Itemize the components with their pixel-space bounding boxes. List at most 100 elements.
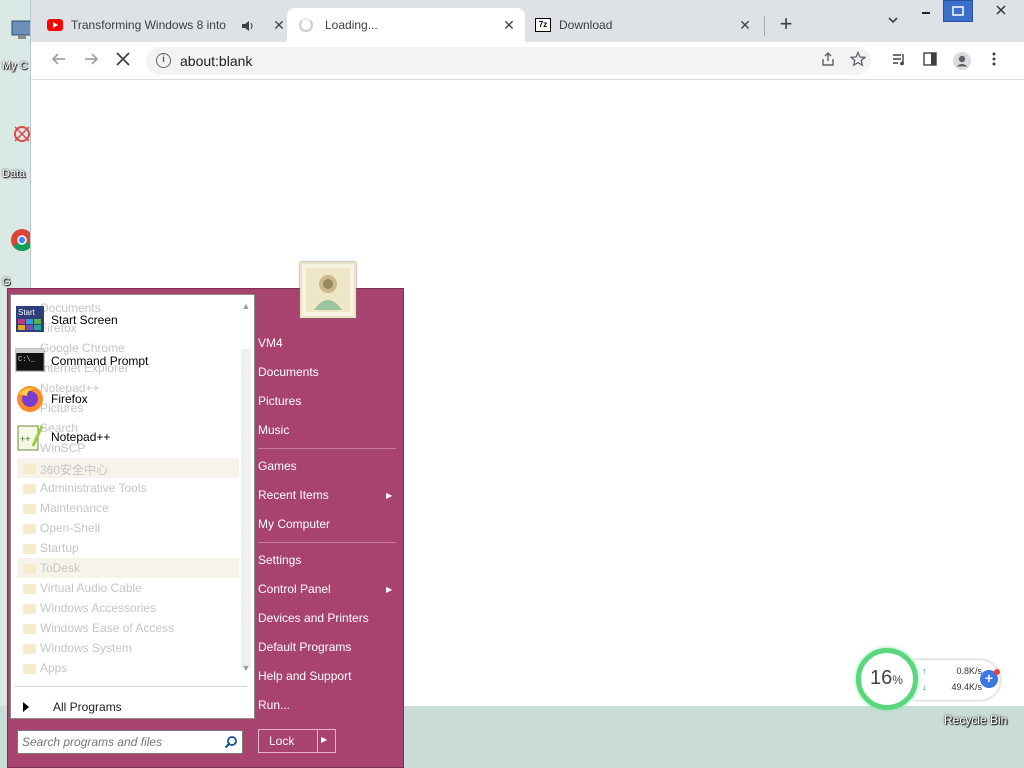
search-input[interactable] [22, 733, 218, 751]
program-folder-label[interactable]: Startup [40, 541, 79, 555]
cpu-usage-value: 16% [870, 667, 903, 689]
svg-text:++: ++ [20, 434, 31, 444]
all-programs-button[interactable]: All Programs [19, 697, 122, 717]
desktop-icon-recycle-bin[interactable]: Recycle Bin [944, 713, 1007, 727]
tab-loading[interactable]: Loading... ✕ [287, 8, 525, 42]
7zip-icon: 7z [535, 18, 551, 32]
maximize-icon [952, 6, 964, 16]
start-link-devices-and-printers[interactable]: Devices and Printers [258, 606, 369, 630]
search-icon[interactable] [224, 735, 238, 749]
desktop-icon-label: G [2, 276, 11, 288]
url-text[interactable]: about:blank [180, 53, 252, 69]
share-icon[interactable] [818, 51, 838, 71]
minimize-icon [922, 12, 930, 14]
program-folder-label[interactable]: Maintenance [40, 501, 109, 515]
notepad-plus-plus-icon: ++ [17, 425, 44, 451]
upload-value: 0.8K/s [956, 666, 982, 676]
program-folder-label[interactable]: Windows Ease of Access [40, 621, 174, 635]
system-monitor-widget[interactable]: ↑ 0.8K/s ↓ 49.4K/s + 16% [852, 646, 1002, 710]
stop-loading-button[interactable] [111, 50, 135, 74]
folder-icon [23, 664, 36, 674]
programs-scrollbar[interactable]: ▲ ▼ [239, 299, 253, 679]
start-link-documents[interactable]: Documents [258, 360, 319, 384]
start-link-recent-items[interactable]: Recent Items [258, 483, 329, 507]
desktop-icon-label: My C [2, 60, 28, 72]
upload-arrow-icon: ↑ [922, 666, 927, 676]
bookmark-star-icon[interactable] [848, 50, 868, 71]
program-folder-label[interactable]: Virtual Audio Cable [40, 581, 142, 595]
divider [15, 686, 247, 687]
site-info-icon[interactable]: i [156, 53, 171, 68]
maximize-button[interactable] [943, 0, 973, 22]
pinned-command-prompt[interactable]: C:\_ Command Prompt [15, 344, 237, 378]
side-panel-icon[interactable] [919, 51, 941, 73]
desktop-icon-label: Data [2, 168, 26, 180]
start-link-vm4[interactable]: VM4 [258, 331, 283, 355]
tab-title: Download [559, 18, 613, 32]
start-link-run[interactable]: Run... [258, 693, 290, 717]
all-programs-label: All Programs [53, 700, 122, 714]
program-folder-label[interactable]: Administrative Tools [40, 481, 147, 495]
forward-button[interactable] [79, 50, 103, 74]
tab-download[interactable]: 7z Download ✕ [535, 8, 761, 42]
back-arrow-icon [51, 53, 65, 65]
start-link-games[interactable]: Games [258, 454, 297, 478]
close-tab-icon[interactable]: ✕ [737, 17, 753, 33]
audio-icon[interactable] [241, 20, 255, 32]
pinned-label: Start Screen [51, 313, 118, 327]
program-folder-label[interactable]: Open-Shell [40, 521, 100, 535]
program-folder-label[interactable]: Windows System [40, 641, 132, 655]
start-link-pictures[interactable]: Pictures [258, 389, 301, 413]
minimize-button[interactable] [911, 0, 941, 22]
start-menu-programs-pane: Documents Firefox Google Chrome Internet… [10, 294, 255, 719]
pinned-notepad-plus-plus[interactable]: ++ Notepad++ [15, 420, 237, 454]
folder-icon [23, 604, 36, 614]
pinned-label: Firefox [51, 392, 88, 406]
lock-button[interactable]: Lock ▶ [258, 729, 336, 753]
loading-spinner-icon [299, 18, 313, 32]
lock-options-arrow-icon[interactable]: ▶ [321, 735, 327, 744]
close-tab-icon[interactable]: ✕ [501, 17, 517, 33]
close-tab-icon[interactable]: ✕ [271, 17, 287, 33]
start-link-default-programs[interactable]: Default Programs [258, 635, 351, 659]
start-screen-icon: Start [16, 306, 44, 332]
folder-icon [23, 464, 36, 474]
start-link-control-panel[interactable]: Control Panel [258, 577, 331, 601]
divider [258, 448, 396, 449]
menu-kebab-icon[interactable] [983, 51, 1005, 73]
tab-title: Loading... [325, 18, 378, 32]
tab-youtube[interactable]: Transforming Windows 8 into ✕ [47, 8, 285, 42]
folder-icon [23, 524, 36, 534]
divider [258, 542, 396, 543]
lock-label: Lock [269, 734, 295, 748]
pinned-start-screen[interactable]: Start Start Screen [15, 303, 237, 337]
download-value: 49.4K/s [951, 682, 982, 692]
scroll-down-icon[interactable]: ▼ [239, 663, 253, 673]
submenu-arrow-icon: ▶ [386, 491, 393, 500]
address-bar[interactable]: i about:blank [146, 47, 871, 75]
folder-icon [23, 544, 36, 554]
pinned-label: Notepad++ [51, 430, 111, 444]
start-link-help-and-support[interactable]: Help and Support [258, 664, 351, 688]
start-link-settings[interactable]: Settings [258, 548, 301, 572]
media-control-icon[interactable] [888, 51, 910, 73]
cpu-usage-ring[interactable]: 16% [856, 648, 918, 710]
scroll-up-icon[interactable]: ▲ [239, 301, 253, 311]
back-button[interactable] [47, 50, 71, 74]
start-link-my-computer[interactable]: My Computer [258, 512, 330, 536]
tab-strip: Transforming Windows 8 into ✕ Loading...… [31, 0, 1024, 42]
close-window-button[interactable] [979, 0, 1023, 22]
pinned-firefox[interactable]: Firefox [15, 382, 237, 416]
start-menu: Documents Firefox Google Chrome Internet… [7, 288, 404, 768]
profile-avatar-icon[interactable] [951, 51, 973, 73]
program-folder-label[interactable]: Windows Accessories [40, 601, 156, 615]
boost-plus-button[interactable]: + [980, 669, 1000, 688]
program-folder-label[interactable]: Apps [40, 661, 67, 675]
new-tab-button[interactable]: + [774, 12, 798, 36]
start-link-music[interactable]: Music [258, 418, 289, 442]
user-avatar[interactable] [300, 262, 356, 318]
scrollbar-thumb[interactable] [241, 349, 251, 669]
triangle-right-icon [23, 702, 29, 712]
tab-search-button[interactable] [883, 14, 903, 34]
start-search-box[interactable] [17, 730, 243, 754]
